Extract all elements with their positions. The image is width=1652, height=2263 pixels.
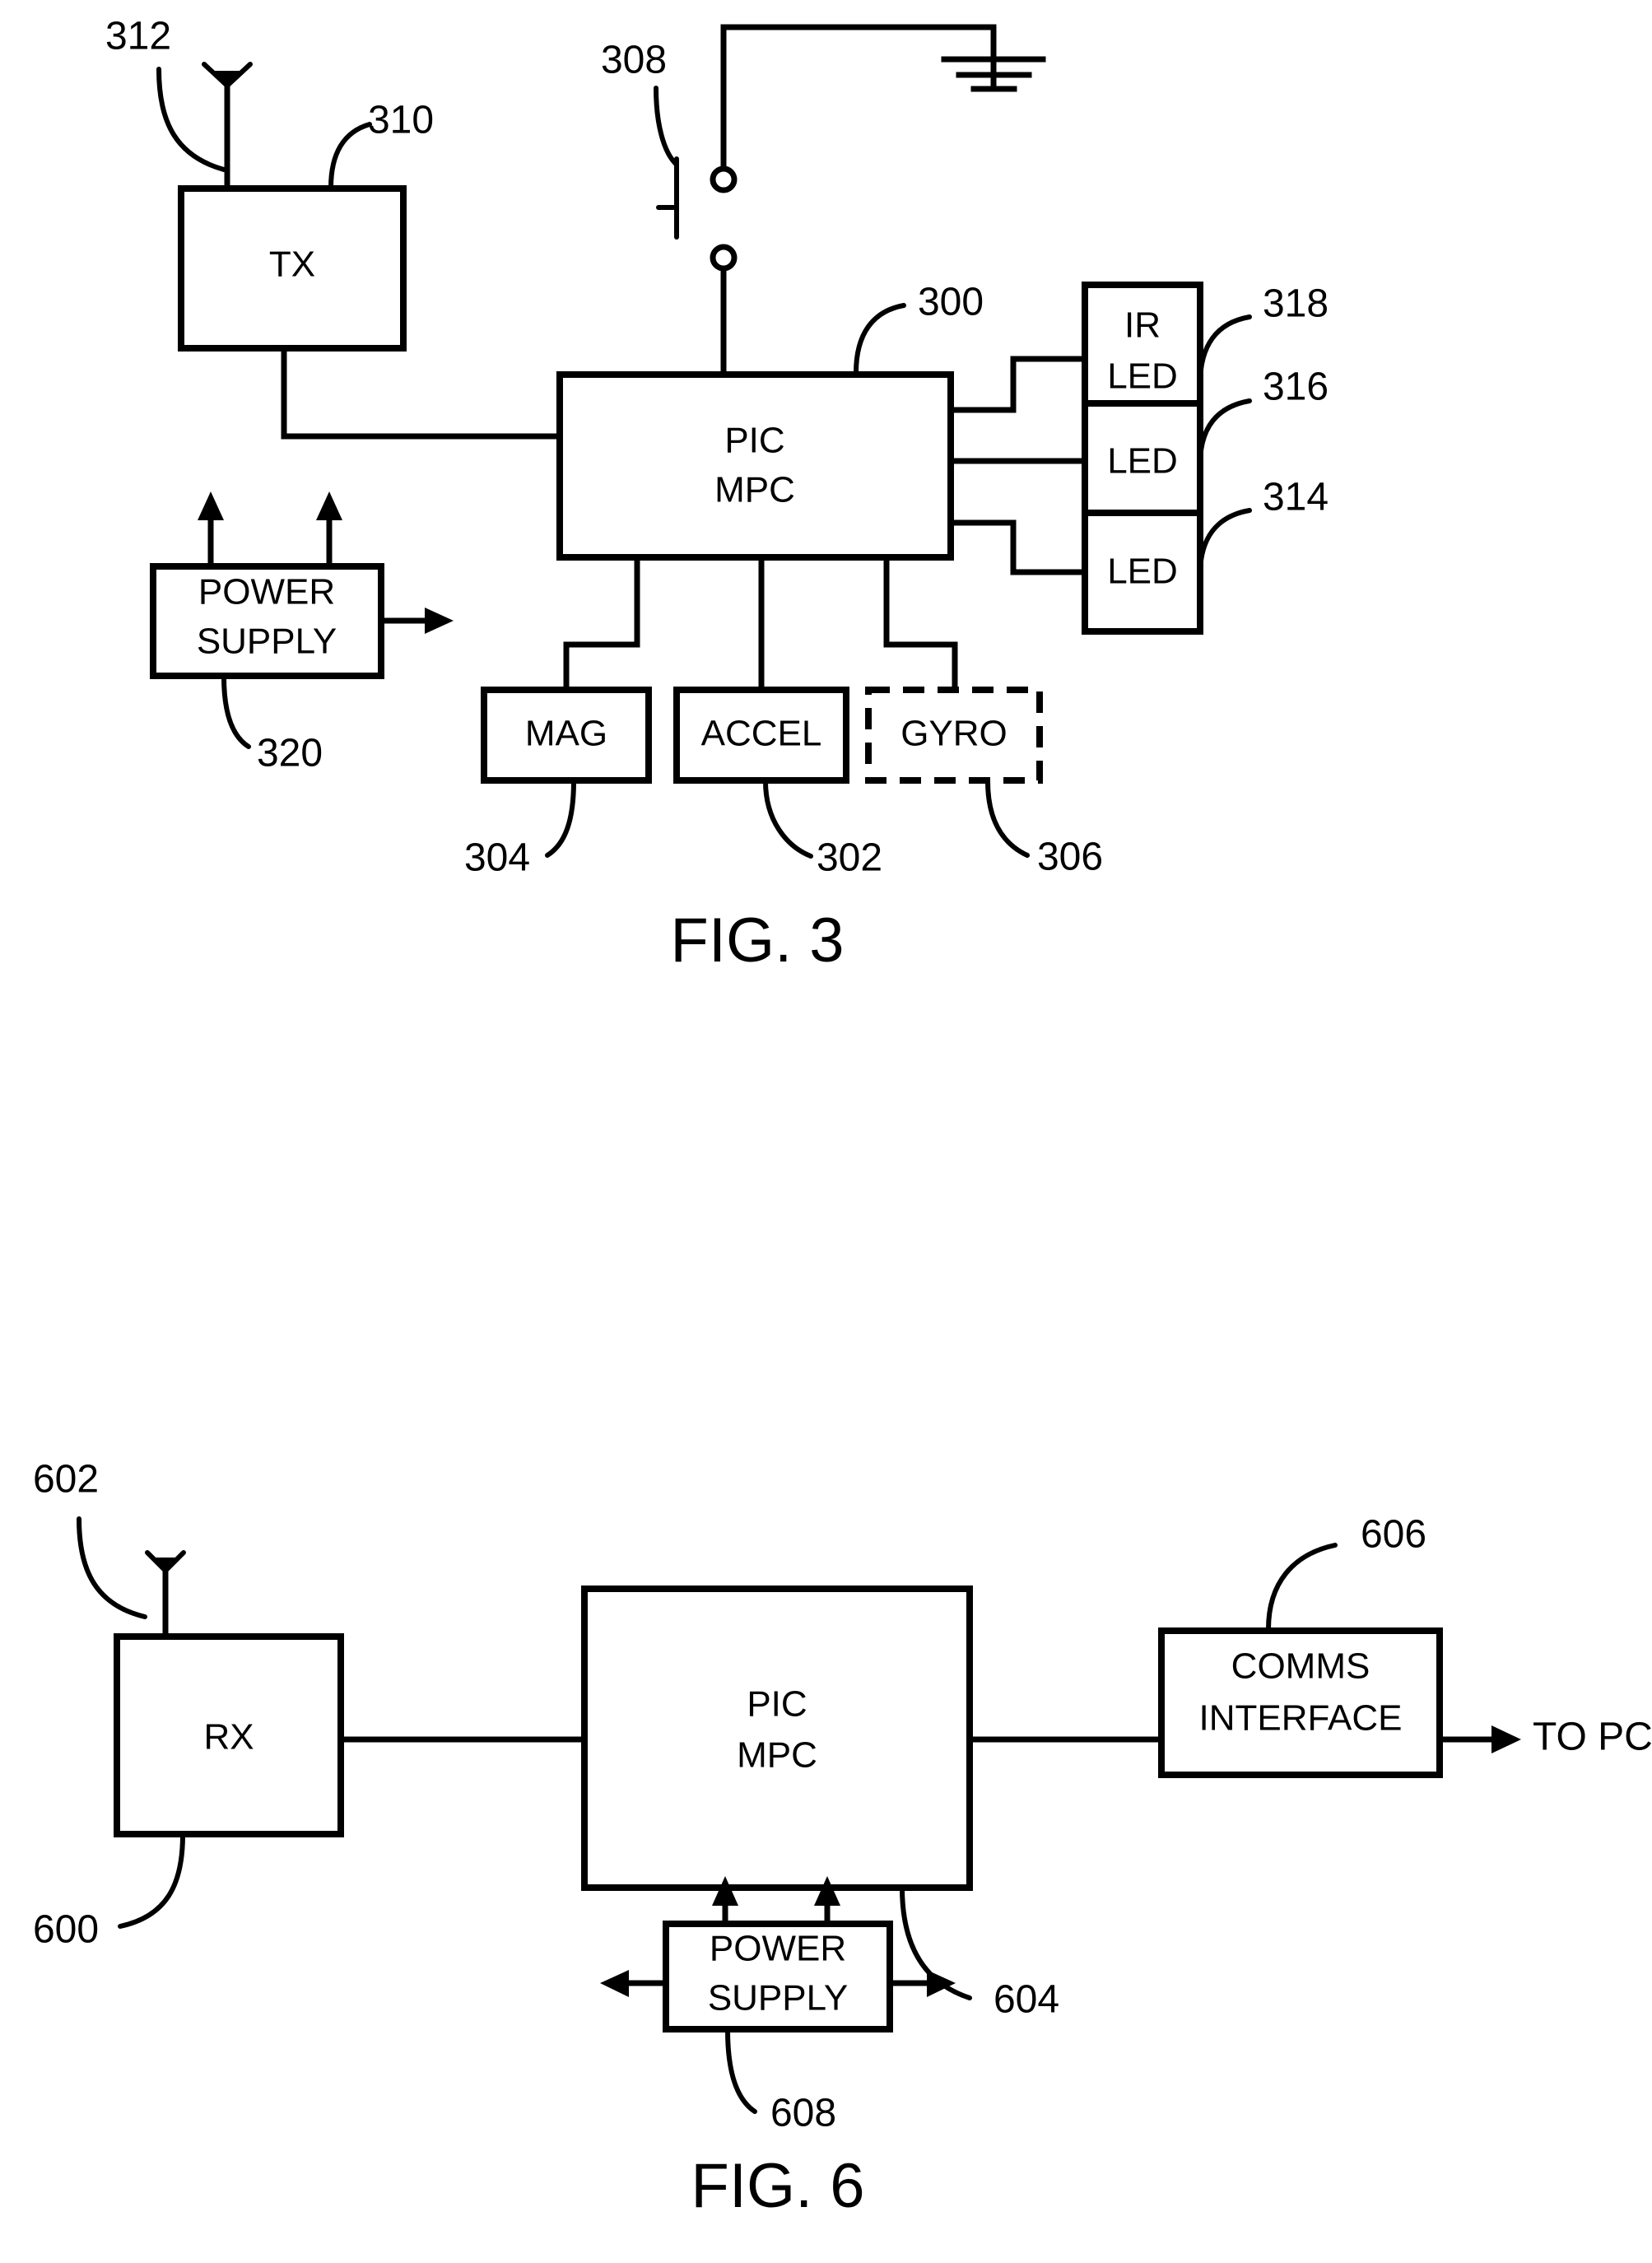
antenna-312-symbol: [202, 62, 253, 191]
wire-pic-to-led314: [947, 519, 1088, 575]
led-314-label: LED: [1107, 552, 1178, 592]
leader-316: [1198, 398, 1252, 467]
antenna-602-symbol: [145, 1550, 186, 1640]
to-pc-label: TO PC: [1533, 1716, 1652, 1759]
figure-3: 312 TX 310 308 PIC MPC 300 POWER SUPPLY …: [105, 15, 1329, 976]
ref-310: 310: [368, 99, 434, 142]
ref-302: 302: [817, 836, 882, 880]
ref-308: 308: [601, 39, 667, 82]
ref-314: 314: [1263, 476, 1329, 519]
pic-mpc-label-line2: MPC: [714, 470, 795, 510]
ground-symbol: [941, 56, 1046, 92]
ref-604: 604: [994, 1978, 1059, 2022]
ir-led-label-line1: IR: [1124, 305, 1161, 346]
leader-308: [654, 86, 679, 167]
power-supply6-label-line1: POWER: [710, 1929, 846, 1969]
tx-label: TX: [269, 244, 315, 285]
pic-mpc6-label-line1: PIC: [747, 1684, 807, 1725]
figure-3-caption: FIG. 3: [670, 906, 844, 976]
mag-label: MAG: [525, 714, 607, 754]
wire-switch-to-ground: [720, 24, 997, 172]
to-pc-arrow: [1436, 1725, 1521, 1753]
leader-608: [725, 2028, 757, 2114]
pic-mpc-block: [556, 371, 954, 561]
leader-318: [1198, 314, 1252, 386]
ref-602: 602: [33, 1458, 99, 1502]
leader-600: [118, 1832, 185, 1929]
ref-320: 320: [257, 732, 323, 775]
ref-600: 600: [33, 1908, 99, 1952]
ref-318: 318: [1263, 282, 1329, 326]
drawing-canvas: 312 TX 310 308 PIC MPC 300 POWER SUPPLY …: [33, 15, 1652, 2221]
leader-314: [1198, 508, 1252, 577]
ref-316: 316: [1263, 366, 1329, 409]
ref-306: 306: [1037, 836, 1103, 879]
comms-interface-label-line2: INTERFACE: [1199, 1698, 1403, 1739]
wire-pic-to-mag: [563, 554, 640, 693]
switch-308-symbol: [656, 156, 738, 272]
leader-300: [854, 303, 906, 375]
power-supply6-left-arrow: [600, 1970, 669, 1997]
patent-drawing-sheet: 312 TX 310 308 PIC MPC 300 POWER SUPPLY …: [0, 0, 1652, 2263]
leader-302: [763, 779, 813, 859]
wire-pic-to-gyro: [883, 554, 958, 693]
pic-mpc-label-line1: PIC: [724, 421, 784, 461]
leader-306: [985, 779, 1030, 858]
power-supply6-label-line2: SUPPLY: [708, 1978, 848, 2019]
leader-606: [1266, 1543, 1338, 1632]
power-supply-up-arrows: [198, 491, 342, 570]
power-supply-label-line2: SUPPLY: [197, 622, 337, 662]
figure-6-caption: FIG. 6: [691, 2151, 864, 2221]
comms-interface-label-line1: COMMS: [1231, 1646, 1370, 1687]
led-316-label: LED: [1107, 441, 1178, 482]
ref-312: 312: [105, 15, 171, 58]
rx-label: RX: [203, 1717, 254, 1758]
leader-320: [221, 674, 251, 749]
ir-led-label-line2: LED: [1107, 356, 1178, 397]
leader-310: [328, 122, 372, 190]
pic-mpc6-label-line2: MPC: [737, 1735, 817, 1776]
ref-606: 606: [1361, 1513, 1426, 1557]
leader-304: [545, 779, 576, 858]
figure-6: 602 RX 600 PIC MPC 604 COMMS INTERFACE 6…: [33, 1458, 1652, 2221]
ref-300: 300: [918, 281, 984, 324]
leader-602: [77, 1516, 147, 1619]
ref-608: 608: [770, 2092, 836, 2135]
power-supply6-right-arrow: [886, 1970, 956, 1997]
wire-tx-to-pic: [281, 345, 563, 440]
power-supply-label-line1: POWER: [198, 572, 335, 612]
accel-label: ACCEL: [701, 714, 822, 754]
wire-pic-to-irled: [947, 356, 1088, 413]
ref-304: 304: [464, 836, 530, 880]
leader-312: [156, 67, 226, 172]
power-supply-right-arrow: [378, 608, 454, 634]
gyro-label: GYRO: [900, 714, 1007, 754]
